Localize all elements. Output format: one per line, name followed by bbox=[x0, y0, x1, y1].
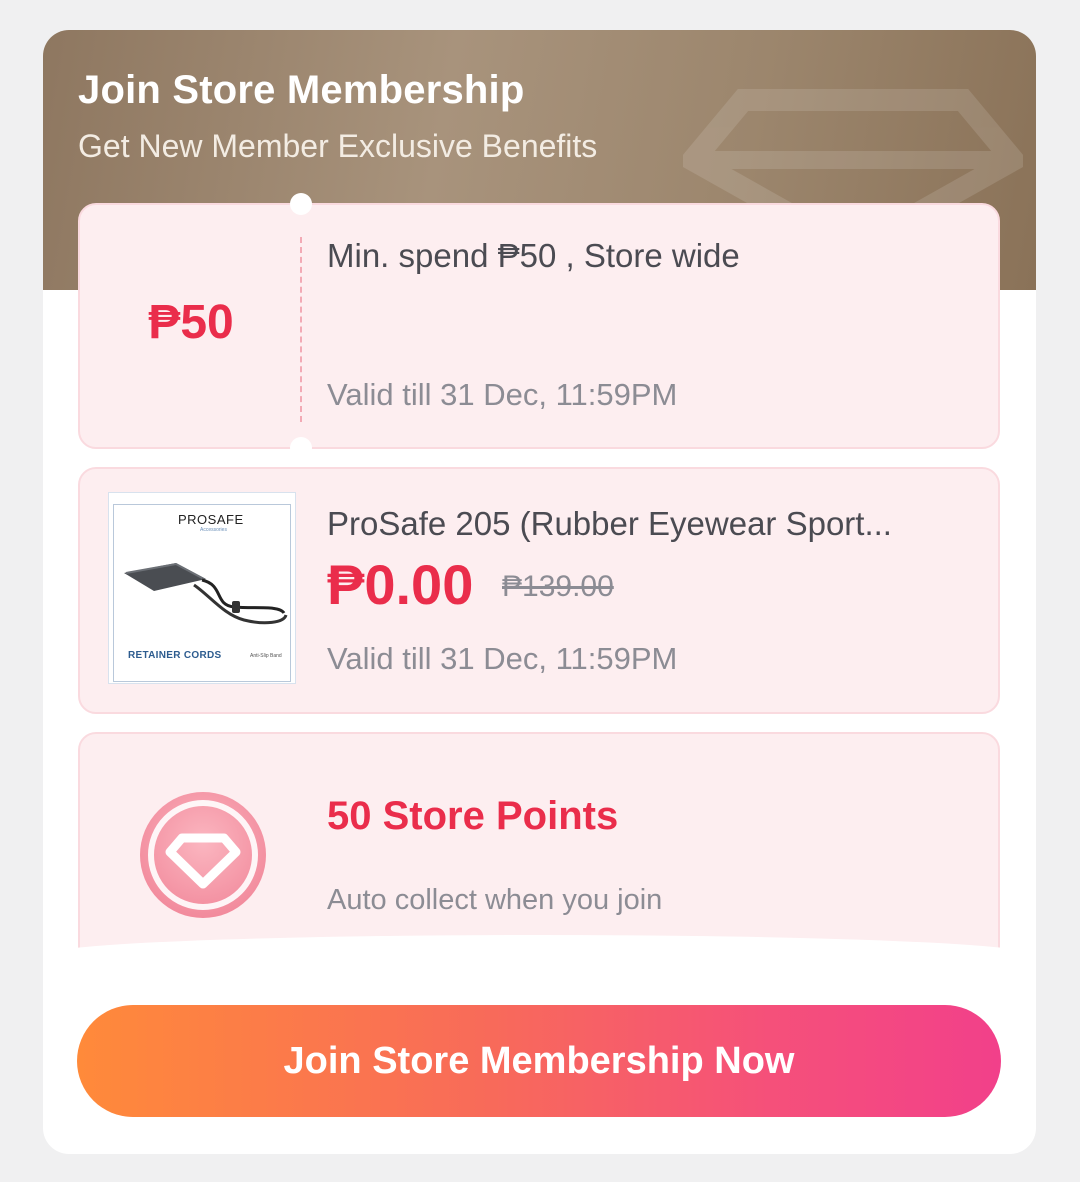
ticket-notch bbox=[290, 437, 312, 459]
diamond-icon bbox=[140, 792, 266, 918]
membership-card: Join Store Membership Get New Member Exc… bbox=[43, 30, 1036, 1154]
coupon-validity: Valid till 31 Dec, 11:59PM bbox=[327, 377, 678, 412]
coupon-value: ₱50 bbox=[148, 296, 234, 349]
coupon-condition: Min. spend ₱50 , Store wide bbox=[327, 237, 740, 274]
product-image-caption-sub: Anti-Slip Band bbox=[250, 653, 282, 659]
product-image-caption: RETAINER CORDS bbox=[128, 650, 222, 661]
product-thumbnail[interactable]: PROSAFE Accessories RETAINER CORDS Anti-… bbox=[108, 492, 296, 684]
join-membership-button[interactable]: Join Store Membership Now bbox=[77, 1005, 1001, 1117]
product-image-brand: PROSAFE bbox=[174, 512, 248, 527]
product-validity: Valid till 31 Dec, 11:59PM bbox=[327, 641, 678, 676]
page-subtitle: Get New Member Exclusive Benefits bbox=[78, 128, 598, 164]
product-image-brand-sub: Accessories bbox=[200, 527, 227, 533]
coupon-benefit-card[interactable]: ₱50 Min. spend ₱50 , Store wide Valid ti… bbox=[78, 193, 1000, 459]
points-title: 50 Store Points bbox=[327, 794, 619, 838]
points-subtitle: Auto collect when you join bbox=[327, 884, 663, 916]
product-price: ₱0.00 bbox=[327, 553, 474, 616]
page-title: Join Store Membership bbox=[78, 68, 525, 112]
product-name: ProSafe 205 (Rubber Eyewear Sport... bbox=[327, 505, 892, 542]
retainer-cord-image bbox=[124, 562, 288, 625]
product-original-price: ₱139.00 bbox=[502, 570, 614, 603]
product-benefit-card[interactable]: PROSAFE Accessories RETAINER CORDS Anti-… bbox=[78, 467, 1000, 714]
ticket-notch bbox=[290, 193, 312, 215]
product-image-frame: PROSAFE Accessories RETAINER CORDS Anti-… bbox=[113, 504, 291, 682]
